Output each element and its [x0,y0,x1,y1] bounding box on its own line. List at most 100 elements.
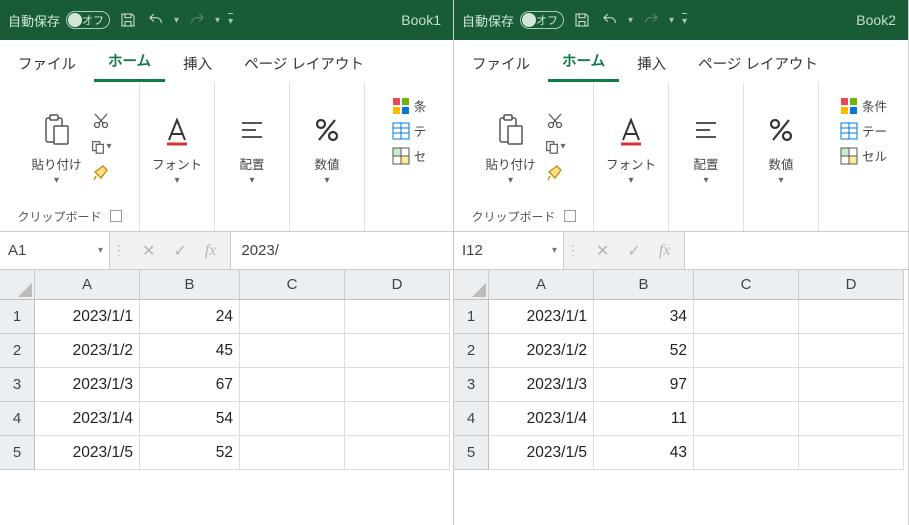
column-header[interactable]: B [140,270,240,300]
name-box[interactable]: I12▾ [454,232,564,269]
cell[interactable] [694,368,799,402]
alignment-button[interactable]: 配置 ▾ [680,106,732,188]
column-header[interactable]: D [799,270,904,300]
toggle-switch[interactable]: オフ [66,11,110,29]
cell[interactable]: 54 [140,402,240,436]
column-header[interactable]: A [35,270,140,300]
cell[interactable]: 34 [594,300,694,334]
conditional-formatting-button[interactable]: 条件 [840,96,887,115]
tab-page-layout[interactable]: ページ レイアウト [684,43,832,82]
cell[interactable] [345,334,450,368]
name-box[interactable]: A1▾ [0,232,110,269]
number-button[interactable]: 数値 ▾ [755,106,807,188]
cell[interactable]: 2023/1/3 [35,368,140,402]
row-header[interactable]: 1 [454,300,489,334]
clipboard-launcher-icon[interactable] [110,210,122,222]
fx-icon[interactable]: fx [205,242,217,260]
row-header[interactable]: 2 [454,334,489,368]
tab-page-layout[interactable]: ページ レイアウト [230,43,378,82]
row-header[interactable]: 3 [454,368,489,402]
cut-icon[interactable] [544,110,566,132]
column-header[interactable]: C [694,270,799,300]
autosave-toggle[interactable]: 自動保存 オフ [462,11,564,30]
tab-home[interactable]: ホーム [94,40,165,82]
cell[interactable]: 2023/1/5 [489,436,594,470]
font-button[interactable]: フォント ▾ [602,106,660,188]
cell-styles-button[interactable]: セ [392,146,427,165]
cell[interactable] [345,368,450,402]
save-icon[interactable] [118,10,138,30]
row-header[interactable]: 1 [0,300,35,334]
row-header[interactable]: 5 [454,436,489,470]
column-header[interactable]: C [240,270,345,300]
cell[interactable]: 2023/1/1 [35,300,140,334]
column-header[interactable]: B [594,270,694,300]
cell[interactable] [345,300,450,334]
conditional-formatting-button[interactable]: 条 [392,96,427,115]
cell[interactable]: 2023/1/2 [489,334,594,368]
formula-input[interactable] [684,232,908,269]
worksheet-grid[interactable]: A B C D 1 2023/1/1 34 2 2023/1/2 52 3 20… [454,270,908,470]
select-all-corner[interactable] [454,270,489,300]
column-header[interactable]: A [489,270,594,300]
qat-customize-icon[interactable]: ▾ [682,13,687,27]
namebox-dropdown-icon[interactable]: ▾ [552,245,557,256]
cell-styles-button[interactable]: セル [840,146,887,165]
cell[interactable] [799,368,904,402]
cell[interactable]: 2023/1/2 [35,334,140,368]
cell[interactable]: 45 [140,334,240,368]
cell[interactable] [799,436,904,470]
format-painter-icon[interactable] [544,162,566,184]
select-all-corner[interactable] [0,270,35,300]
undo-caret-icon[interactable]: ▾ [628,15,633,26]
undo-icon[interactable] [146,10,166,30]
tab-file[interactable]: ファイル [458,43,544,82]
cell[interactable] [694,436,799,470]
namebox-dropdown-icon[interactable]: ▾ [98,245,103,256]
row-header[interactable]: 2 [0,334,35,368]
cell[interactable]: 52 [140,436,240,470]
cell[interactable] [799,300,904,334]
cut-icon[interactable] [90,110,112,132]
toggle-switch[interactable]: オフ [520,11,564,29]
number-button[interactable]: 数値 ▾ [301,106,353,188]
tab-file[interactable]: ファイル [4,43,90,82]
tab-insert[interactable]: 挿入 [169,43,226,82]
cell[interactable]: 2023/1/5 [35,436,140,470]
cell[interactable]: 2023/1/4 [35,402,140,436]
cell[interactable]: 24 [140,300,240,334]
row-header[interactable]: 3 [0,368,35,402]
cell[interactable] [345,402,450,436]
cell[interactable]: 2023/1/4 [489,402,594,436]
clipboard-launcher-icon[interactable] [564,210,576,222]
qat-customize-icon[interactable]: ▾ [228,13,233,27]
formula-input[interactable]: 2023/ [230,232,453,269]
paste-button[interactable]: 貼り付け ▾ [27,106,85,188]
copy-icon[interactable]: ▾ [544,136,566,158]
cell[interactable] [240,368,345,402]
cell[interactable]: 67 [140,368,240,402]
cell[interactable] [240,402,345,436]
cell[interactable] [799,334,904,368]
font-button[interactable]: フォント ▾ [148,106,206,188]
cell[interactable] [694,300,799,334]
paste-button[interactable]: 貼り付け ▾ [481,106,539,188]
cell[interactable]: 43 [594,436,694,470]
cell[interactable]: 2023/1/1 [489,300,594,334]
format-painter-icon[interactable] [90,162,112,184]
undo-icon[interactable] [600,10,620,30]
column-header[interactable]: D [345,270,450,300]
row-header[interactable]: 4 [454,402,489,436]
cell[interactable]: 52 [594,334,694,368]
cell[interactable] [799,402,904,436]
cell[interactable] [345,436,450,470]
worksheet-grid[interactable]: A B C D 1 2023/1/1 24 2 2023/1/2 45 3 20… [0,270,453,470]
cell[interactable] [240,334,345,368]
format-as-table-button[interactable]: テー [840,121,887,140]
undo-caret-icon[interactable]: ▾ [174,15,179,26]
save-icon[interactable] [572,10,592,30]
cell[interactable]: 2023/1/3 [489,368,594,402]
cell[interactable] [694,402,799,436]
cell[interactable] [694,334,799,368]
row-header[interactable]: 4 [0,402,35,436]
